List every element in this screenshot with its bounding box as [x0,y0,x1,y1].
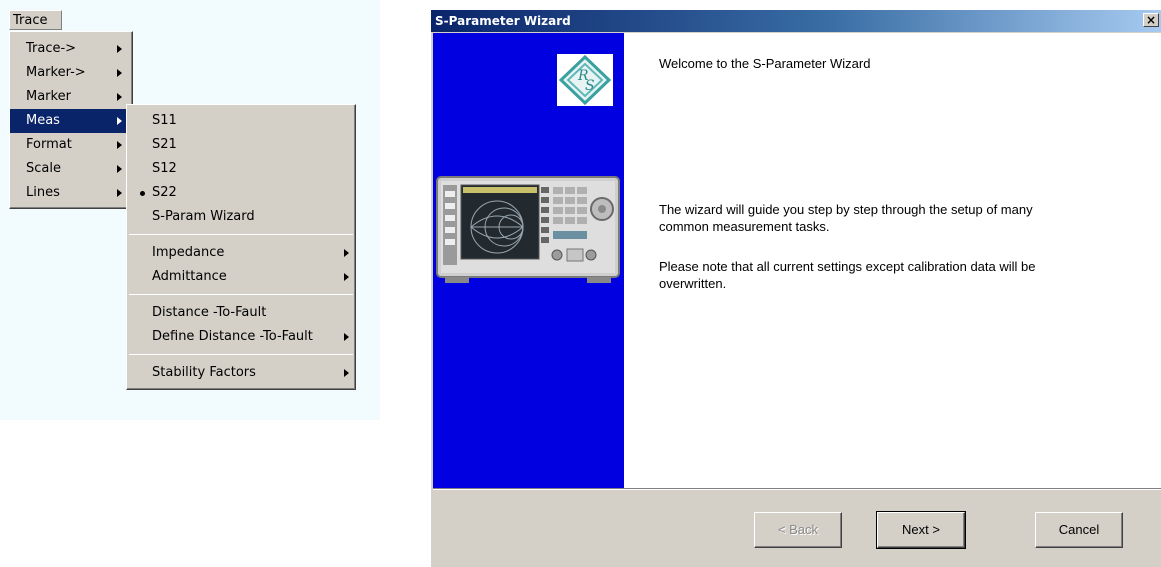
submenu-arrow-icon [117,93,122,101]
menu-item-label: Marker-> [26,65,86,80]
rohde-schwarz-logo: R S [557,54,613,106]
dialog-title: S-Parameter Wizard [435,14,571,28]
menu-item-label: Format [26,137,72,152]
menu-item-label: Lines [26,185,60,200]
wizard-side-panel: R S [433,33,624,488]
menu-area: Trace Trace-> Marker-> Marker Meas Forma… [0,0,380,420]
submenu-item-distance-to-fault[interactable]: Distance -To-Fault [127,301,355,325]
submenu-item-s22[interactable]: S22 [127,181,355,205]
menu-separator [129,354,353,355]
submenu-item-label: S12 [152,161,177,176]
menu-item-marker[interactable]: Marker [10,85,132,109]
svg-text:S: S [585,78,595,94]
menu-item-label: Scale [26,161,61,176]
menu-item-label: Marker [26,89,71,104]
back-button[interactable]: < Back [754,512,842,548]
menu-separator [129,234,353,235]
submenu-item-define-distance-to-fault[interactable]: Define Distance -To-Fault [127,325,355,349]
wizard-description: The wizard will guide you step by step t… [659,202,1033,234]
submenu-item-label: S21 [152,137,177,152]
submenu-item-s11[interactable]: S11 [127,109,355,133]
submenu-arrow-icon [117,165,122,173]
menu-item-label: Meas [26,113,60,128]
submenu-item-label: S11 [152,113,177,128]
radio-bullet-icon [140,191,145,196]
submenu-item-label: S22 [152,185,177,200]
menu-item-scale[interactable]: Scale [10,157,132,181]
network-analyzer-image [435,175,621,285]
submenu-arrow-icon [117,189,122,197]
menu-item-format[interactable]: Format [10,133,132,157]
menu-item-lines[interactable]: Lines [10,181,132,205]
close-button[interactable]: × [1143,13,1159,27]
menu-item-label: Trace-> [26,41,77,56]
submenu-arrow-icon [117,45,122,53]
trace-menu-title[interactable]: Trace [9,10,62,30]
submenu-item-label: Impedance [152,245,225,260]
overwrite-warning: Please note that all current settings ex… [659,259,1036,291]
cancel-button[interactable]: Cancel [1035,512,1123,548]
submenu-item-label: S-Param Wizard [152,209,255,224]
meas-submenu: S11 S21 S12 S22 S-Param Wizard Impedance… [126,104,356,390]
menu-item-meas[interactable]: Meas [10,109,132,133]
submenu-arrow-icon [117,117,122,125]
submenu-item-label: Admittance [152,269,227,284]
submenu-item-impedance[interactable]: Impedance [127,241,355,265]
menu-item-trace[interactable]: Trace-> [10,37,132,61]
submenu-arrow-icon [117,69,122,77]
submenu-arrow-icon [344,273,349,281]
submenu-item-label: Define Distance -To-Fault [152,329,313,344]
submenu-item-s-param-wizard[interactable]: S-Param Wizard [127,205,355,229]
submenu-item-s21[interactable]: S21 [127,133,355,157]
menu-separator [129,294,353,295]
submenu-item-admittance[interactable]: Admittance [127,265,355,289]
submenu-item-label: Distance -To-Fault [152,305,267,320]
submenu-arrow-icon [344,333,349,341]
footer-divider [433,488,1161,490]
trace-menu: Trace-> Marker-> Marker Meas Format Scal… [9,31,133,209]
close-icon: × [1145,13,1157,27]
welcome-heading: Welcome to the S-Parameter Wizard [659,56,871,71]
next-button[interactable]: Next > [876,511,966,549]
submenu-item-stability-factors[interactable]: Stability Factors [127,361,355,385]
submenu-item-s12[interactable]: S12 [127,157,355,181]
s-parameter-wizard-dialog: S-Parameter Wizard × R S Welcome to the … [431,10,1161,567]
submenu-arrow-icon [344,369,349,377]
menu-item-marker-arrow[interactable]: Marker-> [10,61,132,85]
wizard-content: Welcome to the S-Parameter Wizard The wi… [624,33,1161,488]
submenu-arrow-icon [344,249,349,257]
dialog-titlebar[interactable]: S-Parameter Wizard × [431,10,1161,32]
submenu-arrow-icon [117,141,122,149]
submenu-item-label: Stability Factors [152,365,256,380]
